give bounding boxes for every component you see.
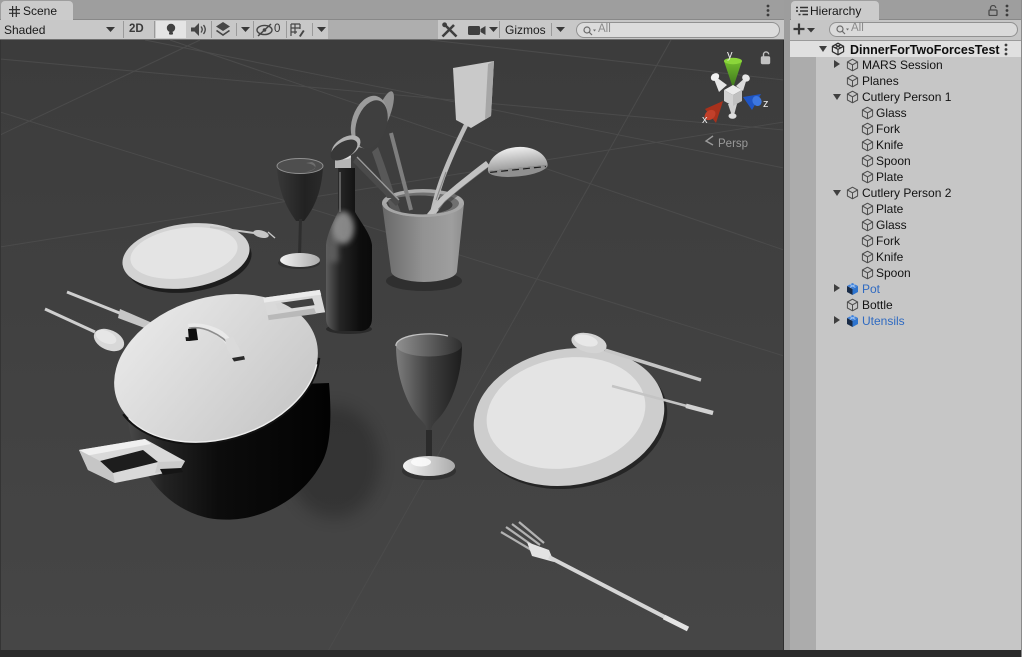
- svg-text:Persp: Persp: [718, 138, 748, 150]
- svg-text:y: y: [727, 49, 733, 61]
- svg-text:x: x: [702, 114, 708, 126]
- svg-text:z: z: [763, 98, 769, 110]
